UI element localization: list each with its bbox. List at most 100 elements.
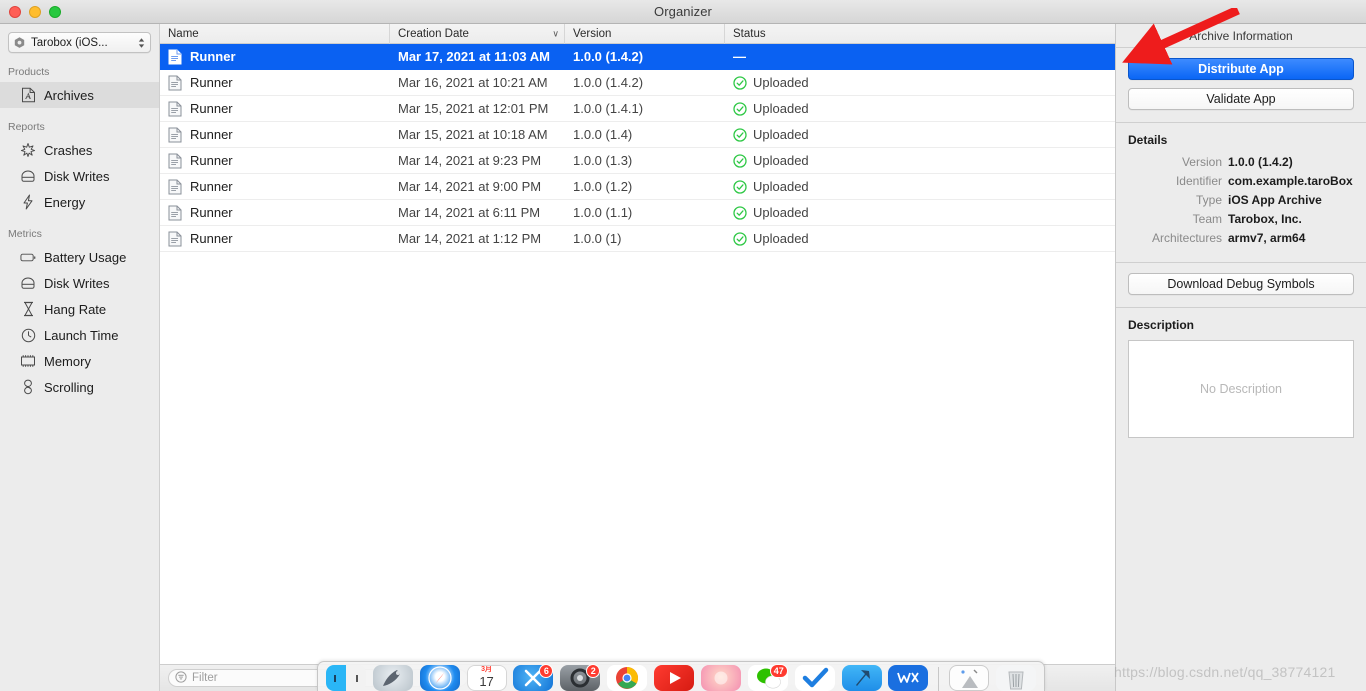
cell-version: 1.0.0 (1.4.1) bbox=[573, 101, 644, 116]
column-header-label: Creation Date bbox=[398, 27, 469, 40]
cell-name: Runner bbox=[160, 70, 390, 96]
sidebar-item-disk-writes-reports[interactable]: Disk Writes bbox=[0, 163, 159, 189]
cell-name: Runner bbox=[160, 96, 390, 122]
cell-version: 1.0.0 (1) bbox=[573, 231, 622, 246]
filter-input[interactable]: Filter bbox=[192, 672, 218, 684]
dock-item-finder[interactable] bbox=[325, 663, 367, 691]
cell-status: — bbox=[725, 44, 1115, 70]
cell-creation-date: Mar 16, 2021 at 10:21 AM bbox=[398, 75, 548, 90]
column-header-label: Status bbox=[733, 27, 766, 40]
dock-item-xcode[interactable]: 6 bbox=[513, 663, 555, 691]
inspector-details-section: Details Version 1.0.0 (1.4.2) Identifier co… bbox=[1116, 123, 1366, 263]
table-row[interactable]: Runner Mar 17, 2021 at 11:03 AM 1.0.0 (1.4… bbox=[160, 44, 1115, 70]
dock-item-wechat[interactable]: 47 bbox=[747, 663, 789, 691]
sidebar-item-archives[interactable]: Archives bbox=[0, 82, 159, 108]
status-label: Uploaded bbox=[753, 127, 809, 142]
description-heading: Description bbox=[1128, 318, 1195, 332]
dock-item-trash[interactable] bbox=[995, 663, 1037, 691]
dock-item-things[interactable] bbox=[794, 663, 836, 691]
things-icon bbox=[794, 665, 835, 691]
sidebar-item-disk-writes-metrics[interactable]: Disk Writes bbox=[0, 270, 159, 296]
sidebar-item-label: Crashes bbox=[44, 142, 93, 158]
sidebar-item-label: Battery Usage bbox=[44, 249, 127, 265]
archives-table-body: Runner Mar 17, 2021 at 11:03 AM 1.0.0 (1.4… bbox=[160, 44, 1115, 252]
detail-value: Tarobox, Inc. bbox=[1228, 212, 1302, 226]
clock-icon bbox=[20, 327, 36, 343]
table-row[interactable]: Runner Mar 14, 2021 at 1:12 PM 1.0.0 (1) U… bbox=[160, 226, 1115, 252]
inspector-panel: Archive Information Distribute App Valid… bbox=[1115, 24, 1366, 691]
dock-item-video-player[interactable] bbox=[653, 663, 695, 691]
sidebar-item-memory[interactable]: Memory bbox=[0, 348, 159, 374]
dock-item-wps[interactable] bbox=[888, 663, 930, 691]
dock-item-calendar[interactable]: 3月 17 bbox=[466, 663, 508, 691]
archive-document-icon bbox=[168, 75, 182, 90]
cell-creation-date: Mar 14, 2021 at 9:23 PM bbox=[398, 153, 542, 168]
column-header-name[interactable]: Name bbox=[160, 23, 390, 44]
detail-row: Identifier com.example.taroBox bbox=[1128, 174, 1354, 188]
dock-item-photos[interactable] bbox=[700, 663, 742, 691]
chevron-updown-icon[interactable] bbox=[137, 36, 146, 50]
inspector-actions-section: Distribute App Validate App bbox=[1116, 48, 1366, 123]
energy-icon bbox=[20, 194, 36, 210]
detail-row: Version 1.0.0 (1.4.2) bbox=[1128, 155, 1354, 169]
sidebar-item-label: Disk Writes bbox=[44, 168, 110, 184]
dock-item-launchpad[interactable] bbox=[372, 663, 414, 691]
inspector-debug-section: Download Debug Symbols bbox=[1116, 263, 1366, 308]
column-header-creation-date[interactable]: Creation Date ∨ bbox=[390, 23, 565, 44]
dock-item-xcode-beta[interactable] bbox=[841, 663, 883, 691]
inspector-description-section: Description No Description bbox=[1116, 308, 1366, 450]
disk-writes-icon bbox=[20, 275, 36, 291]
column-header-version[interactable]: Version bbox=[565, 23, 725, 44]
check-circle-icon bbox=[733, 127, 747, 142]
archive-name: Runner bbox=[190, 49, 236, 64]
sidebar-item-launch-time[interactable]: Launch Time bbox=[0, 322, 159, 348]
table-row[interactable]: Runner Mar 15, 2021 at 12:01 PM 1.0.0 (1.4… bbox=[160, 96, 1115, 122]
cell-status: Uploaded bbox=[725, 70, 1115, 96]
description-textarea[interactable]: No Description bbox=[1128, 340, 1354, 438]
dock-separator bbox=[938, 667, 940, 691]
column-header-label: Name bbox=[168, 27, 199, 40]
hourglass-icon bbox=[20, 301, 36, 317]
archive-document-icon bbox=[168, 49, 182, 64]
sidebar-item-energy[interactable]: Energy bbox=[0, 189, 159, 215]
table-row[interactable]: Runner Mar 14, 2021 at 9:23 PM 1.0.0 (1.3)… bbox=[160, 148, 1115, 174]
table-row[interactable]: Runner Mar 14, 2021 at 6:11 PM 1.0.0 (1.1)… bbox=[160, 200, 1115, 226]
sidebar-item-hang-rate[interactable]: Hang Rate bbox=[0, 296, 159, 322]
archive-name: Runner bbox=[190, 231, 233, 246]
validate-app-button[interactable]: Validate App bbox=[1128, 88, 1354, 110]
cell-version: 1.0.0 (1.3) bbox=[573, 153, 633, 168]
dock-item-chrome[interactable] bbox=[606, 663, 648, 691]
photos-icon bbox=[700, 665, 741, 691]
project-scheme-popup[interactable]: Tarobox (iOS... bbox=[8, 32, 151, 53]
cell-creation-date: Mar 15, 2021 at 10:18 AM bbox=[398, 127, 548, 142]
chrome-icon bbox=[607, 665, 648, 691]
dock-item-safari[interactable] bbox=[419, 663, 461, 691]
sidebar-item-battery-usage[interactable]: Battery Usage bbox=[0, 244, 159, 270]
table-row[interactable]: Runner Mar 14, 2021 at 9:00 PM 1.0.0 (1.2)… bbox=[160, 174, 1115, 200]
dock-item-system-preferences[interactable]: 2 bbox=[559, 663, 601, 691]
launchpad-icon bbox=[372, 665, 413, 691]
cell-status: Uploaded bbox=[725, 226, 1115, 252]
archive-name: Runner bbox=[190, 179, 233, 194]
sidebar-item-label: Hang Rate bbox=[44, 301, 107, 317]
archives-list-pane: Name Creation Date ∨ Version Status Runn… bbox=[160, 23, 1115, 664]
dock-item-downloads-stack[interactable] bbox=[948, 663, 990, 691]
details-heading: Details bbox=[1128, 133, 1168, 147]
sidebar-group-metrics-title: Metrics bbox=[8, 228, 42, 240]
column-header-status[interactable]: Status bbox=[725, 24, 1115, 44]
sidebar-item-crashes[interactable]: Crashes bbox=[0, 137, 159, 163]
calendar-month: 3月 bbox=[467, 666, 506, 674]
cell-version: 1.0.0 (1.1) bbox=[573, 205, 633, 220]
status-label: — bbox=[733, 49, 746, 64]
download-debug-symbols-button[interactable]: Download Debug Symbols bbox=[1128, 273, 1354, 295]
cell-status: Uploaded bbox=[725, 96, 1115, 122]
table-row[interactable]: Runner Mar 15, 2021 at 10:18 AM 1.0.0 (1.4… bbox=[160, 122, 1115, 148]
filter-icon bbox=[175, 670, 187, 686]
cell-name: Runner bbox=[160, 174, 390, 200]
cell-name: Runner bbox=[160, 226, 390, 252]
cell-creation-date: Mar 14, 2021 at 1:12 PM bbox=[398, 231, 542, 246]
xcode-beta-icon bbox=[841, 665, 882, 691]
table-row[interactable]: Runner Mar 16, 2021 at 10:21 AM 1.0.0 (1.4… bbox=[160, 70, 1115, 96]
distribute-app-button[interactable]: Distribute App bbox=[1128, 58, 1354, 80]
sidebar-item-scrolling[interactable]: Scrolling bbox=[0, 374, 159, 400]
